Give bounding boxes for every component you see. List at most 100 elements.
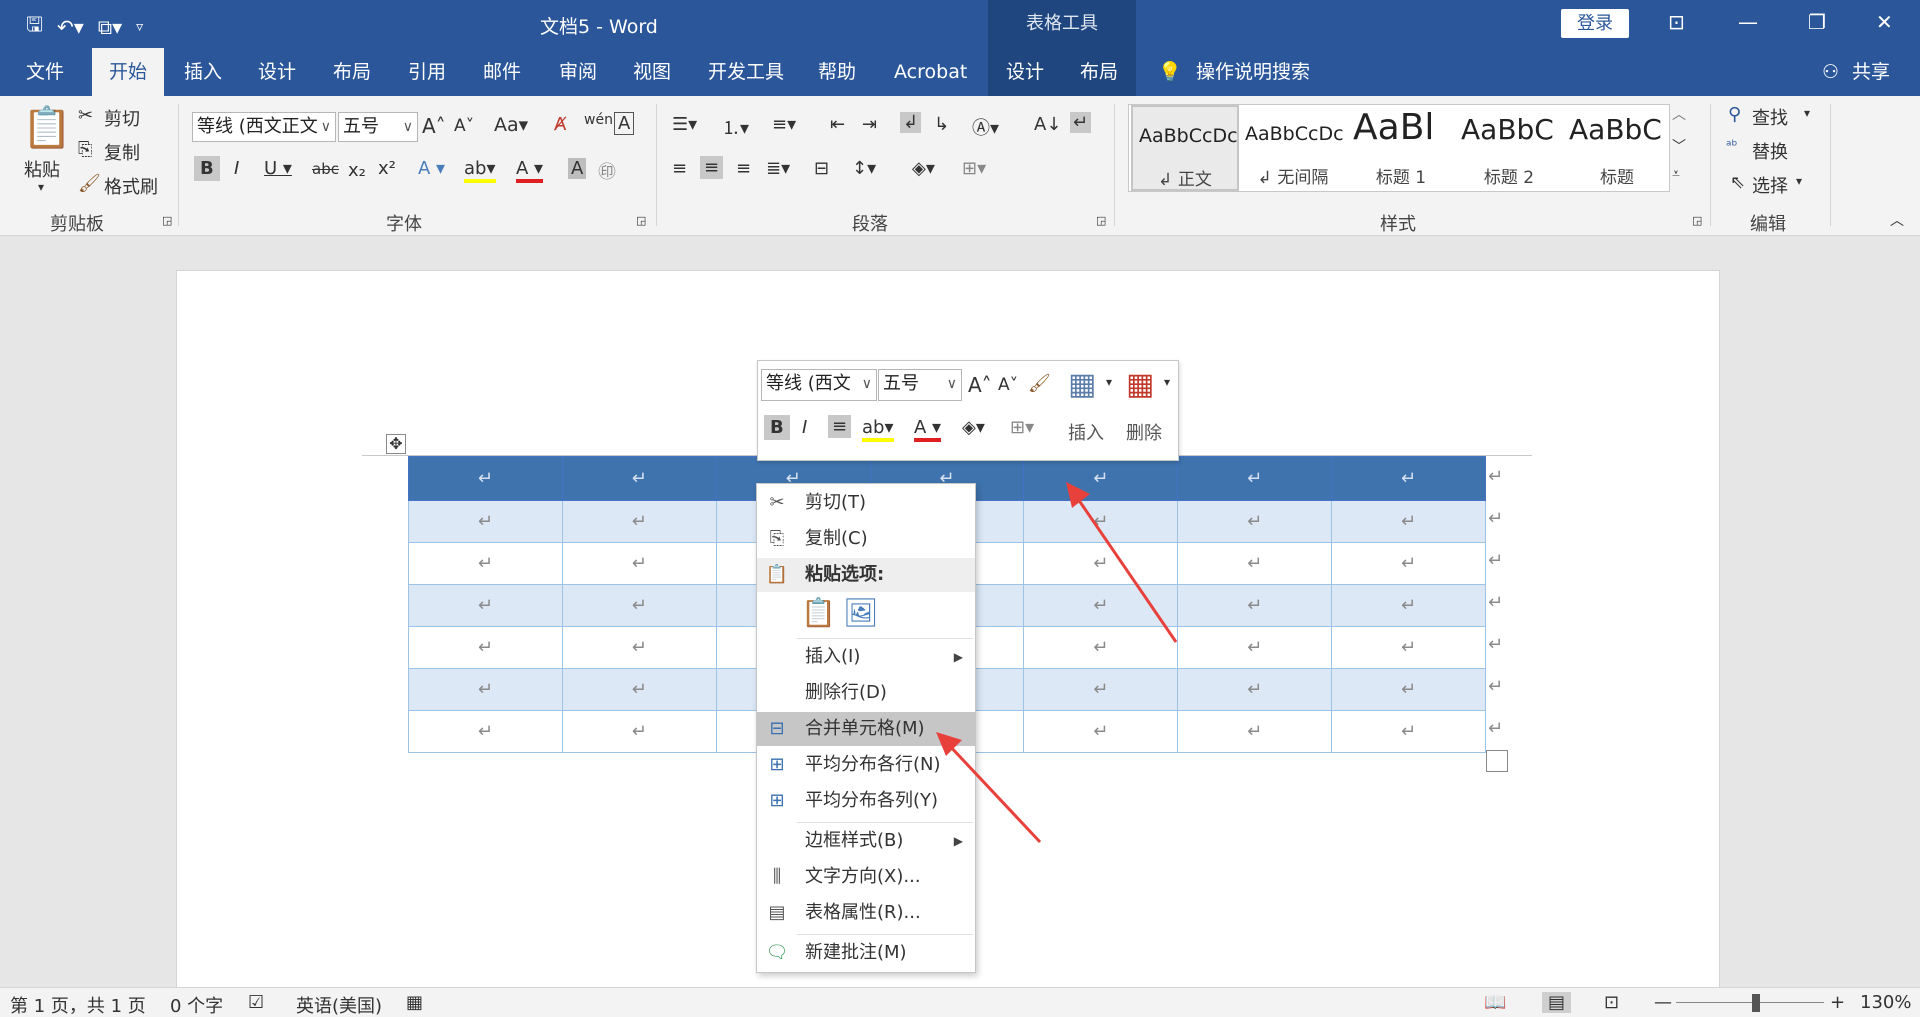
table-cell[interactable]: ↵: [408, 710, 563, 753]
table-cell[interactable]: ↵: [1023, 584, 1179, 627]
gallery-more-icon[interactable]: ⩡: [1672, 166, 1680, 182]
underline-button[interactable]: U ▾: [264, 158, 292, 179]
table-cell[interactable]: ↵: [1177, 456, 1333, 501]
table-cell[interactable]: ↵: [1331, 626, 1486, 669]
tab-acrobat[interactable]: Acrobat: [894, 48, 967, 96]
align-right-icon[interactable]: ≡: [736, 158, 751, 179]
font-launcher-icon[interactable]: ◲: [636, 214, 646, 227]
menu-item-delete-row[interactable]: 删除行(D): [757, 676, 975, 710]
tab-mailings[interactable]: 邮件: [483, 48, 521, 96]
mini-center-icon[interactable]: ≡: [828, 415, 852, 438]
table-cell[interactable]: ↵: [1177, 584, 1333, 627]
mini-italic-button[interactable]: I: [802, 417, 807, 438]
zoom-out-icon[interactable]: —: [1654, 992, 1672, 1013]
table-cell[interactable]: ↵: [1023, 456, 1179, 501]
paste-keep-source-icon[interactable]: 📋: [801, 596, 836, 629]
mini-insert-button[interactable]: 插入: [1068, 419, 1104, 445]
bold-button[interactable]: B: [194, 156, 220, 181]
table-cell[interactable]: ↵: [561, 710, 717, 753]
copy-button[interactable]: 复制: [104, 139, 140, 165]
insert-dropdown-icon[interactable]: ▾: [1106, 375, 1112, 389]
shrink-font-icon[interactable]: A˅: [454, 116, 474, 136]
tab-insert[interactable]: 插入: [184, 48, 222, 96]
insert-table-icon[interactable]: ▦: [1068, 367, 1096, 402]
tab-developer[interactable]: 开发工具: [708, 48, 784, 96]
table-cell[interactable]: ↵: [1023, 626, 1179, 669]
print-layout-icon[interactable]: ▤: [1542, 992, 1572, 1013]
find-button[interactable]: 查找: [1752, 104, 1788, 130]
tab-layout[interactable]: 布局: [333, 48, 371, 96]
table-cell[interactable]: ↵: [1331, 584, 1486, 627]
table-cell[interactable]: ↵: [408, 668, 563, 711]
borders-icon[interactable]: ⊞▾: [962, 158, 986, 179]
style-heading-1[interactable]: AaBl 标题 1: [1347, 105, 1455, 191]
word-count[interactable]: 0 个字: [170, 992, 223, 1017]
grow-font-icon[interactable]: A˄: [968, 373, 992, 397]
zoom-level[interactable]: 130%: [1860, 992, 1911, 1013]
menu-item-distribute-rows[interactable]: ⊞ 平均分布各行(N): [757, 748, 975, 782]
enclosed-character-icon[interactable]: ㊞: [598, 158, 616, 184]
italic-button[interactable]: I: [234, 158, 239, 179]
character-border-icon[interactable]: A: [614, 112, 635, 135]
table-cell[interactable]: ↵: [561, 542, 717, 585]
table-cell[interactable]: ↵: [1177, 668, 1333, 711]
subscript-button[interactable]: x₂: [348, 160, 366, 181]
tab-design[interactable]: 设计: [258, 48, 296, 96]
language-indicator[interactable]: 英语(美国): [296, 992, 382, 1017]
cut-button[interactable]: 剪切: [104, 105, 140, 131]
paste-picture-icon[interactable]: 🖼: [843, 596, 879, 629]
tab-table-design[interactable]: 设计: [988, 48, 1062, 96]
paste-button[interactable]: 粘贴: [24, 156, 60, 182]
style-no-spacing[interactable]: AaBbCcDc ↲ 无间隔: [1239, 105, 1347, 191]
style-normal[interactable]: AaBbCcDc ↲ 正文: [1131, 105, 1239, 191]
menu-item-merge-cells[interactable]: ⊟ 合并单元格(M): [757, 712, 975, 746]
web-layout-icon[interactable]: ⊡: [1604, 992, 1619, 1013]
table-cell[interactable]: ↵: [1023, 542, 1179, 585]
mini-highlight-icon[interactable]: ab▾: [862, 417, 894, 442]
tab-home[interactable]: 开始: [92, 48, 164, 96]
font-color-icon[interactable]: A ▾: [516, 158, 544, 183]
paragraph-launcher-icon[interactable]: ◲: [1096, 214, 1106, 227]
minimize-icon[interactable]: —: [1738, 10, 1758, 34]
table-cell[interactable]: ↵: [1177, 500, 1333, 543]
tab-file[interactable]: 文件: [26, 48, 64, 96]
close-icon[interactable]: ✕: [1876, 10, 1893, 34]
distribute-icon[interactable]: Ⓐ▾: [972, 114, 999, 140]
grow-font-icon[interactable]: A˄: [422, 114, 446, 138]
login-button[interactable]: 登录: [1561, 9, 1629, 38]
menu-item-copy[interactable]: ⎘ 复制(C): [757, 522, 975, 556]
format-painter-icon[interactable]: 🖌: [1028, 373, 1051, 394]
tab-references[interactable]: 引用: [408, 48, 446, 96]
customize-qat-icon[interactable]: ▿: [136, 19, 143, 35]
delete-dropdown-icon[interactable]: ▾: [1164, 375, 1170, 389]
menu-item-cut[interactable]: ✂ 剪切(T): [757, 486, 975, 520]
ltr-icon[interactable]: ↲: [900, 112, 922, 133]
text-effects-icon[interactable]: A ▾: [418, 158, 445, 179]
proofing-icon[interactable]: ☑: [248, 992, 264, 1013]
table-resize-handle[interactable]: [1486, 750, 1508, 772]
paste-dropdown-icon[interactable]: ▾: [38, 180, 44, 194]
paste-icon[interactable]: 📋: [22, 104, 72, 151]
table-cell[interactable]: ↵: [1177, 626, 1333, 669]
mini-delete-button[interactable]: 删除: [1126, 419, 1162, 445]
highlight-icon[interactable]: ab▾: [464, 158, 496, 183]
table-cell[interactable]: ↵: [1331, 668, 1486, 711]
numbering-icon[interactable]: ⒈▾: [722, 114, 749, 140]
select-button[interactable]: 选择: [1752, 172, 1788, 198]
tab-help[interactable]: 帮助: [818, 48, 856, 96]
show-marks-icon[interactable]: ↵: [1070, 112, 1092, 133]
table-cell[interactable]: ↵: [1331, 456, 1486, 501]
change-case-icon[interactable]: Aa▾: [494, 114, 528, 136]
align-left-icon[interactable]: ≡: [672, 158, 687, 179]
zoom-in-icon[interactable]: +: [1830, 992, 1845, 1013]
phonetic-guide-icon[interactable]: wén: [584, 112, 613, 128]
style-heading-2[interactable]: AaBbC 标题 2: [1455, 105, 1563, 191]
character-shading-icon[interactable]: A: [568, 158, 587, 179]
menu-item-insert[interactable]: 插入(I) ▶: [757, 640, 975, 674]
table-cell[interactable]: ↵: [1023, 500, 1179, 543]
zoom-slider-track[interactable]: [1676, 1002, 1824, 1003]
table-cell[interactable]: ↵: [408, 542, 563, 585]
save-icon[interactable]: 🖫: [26, 10, 43, 44]
table-move-handle-icon[interactable]: ✥: [386, 434, 406, 454]
mini-font-color-icon[interactable]: A ▾: [914, 417, 942, 442]
